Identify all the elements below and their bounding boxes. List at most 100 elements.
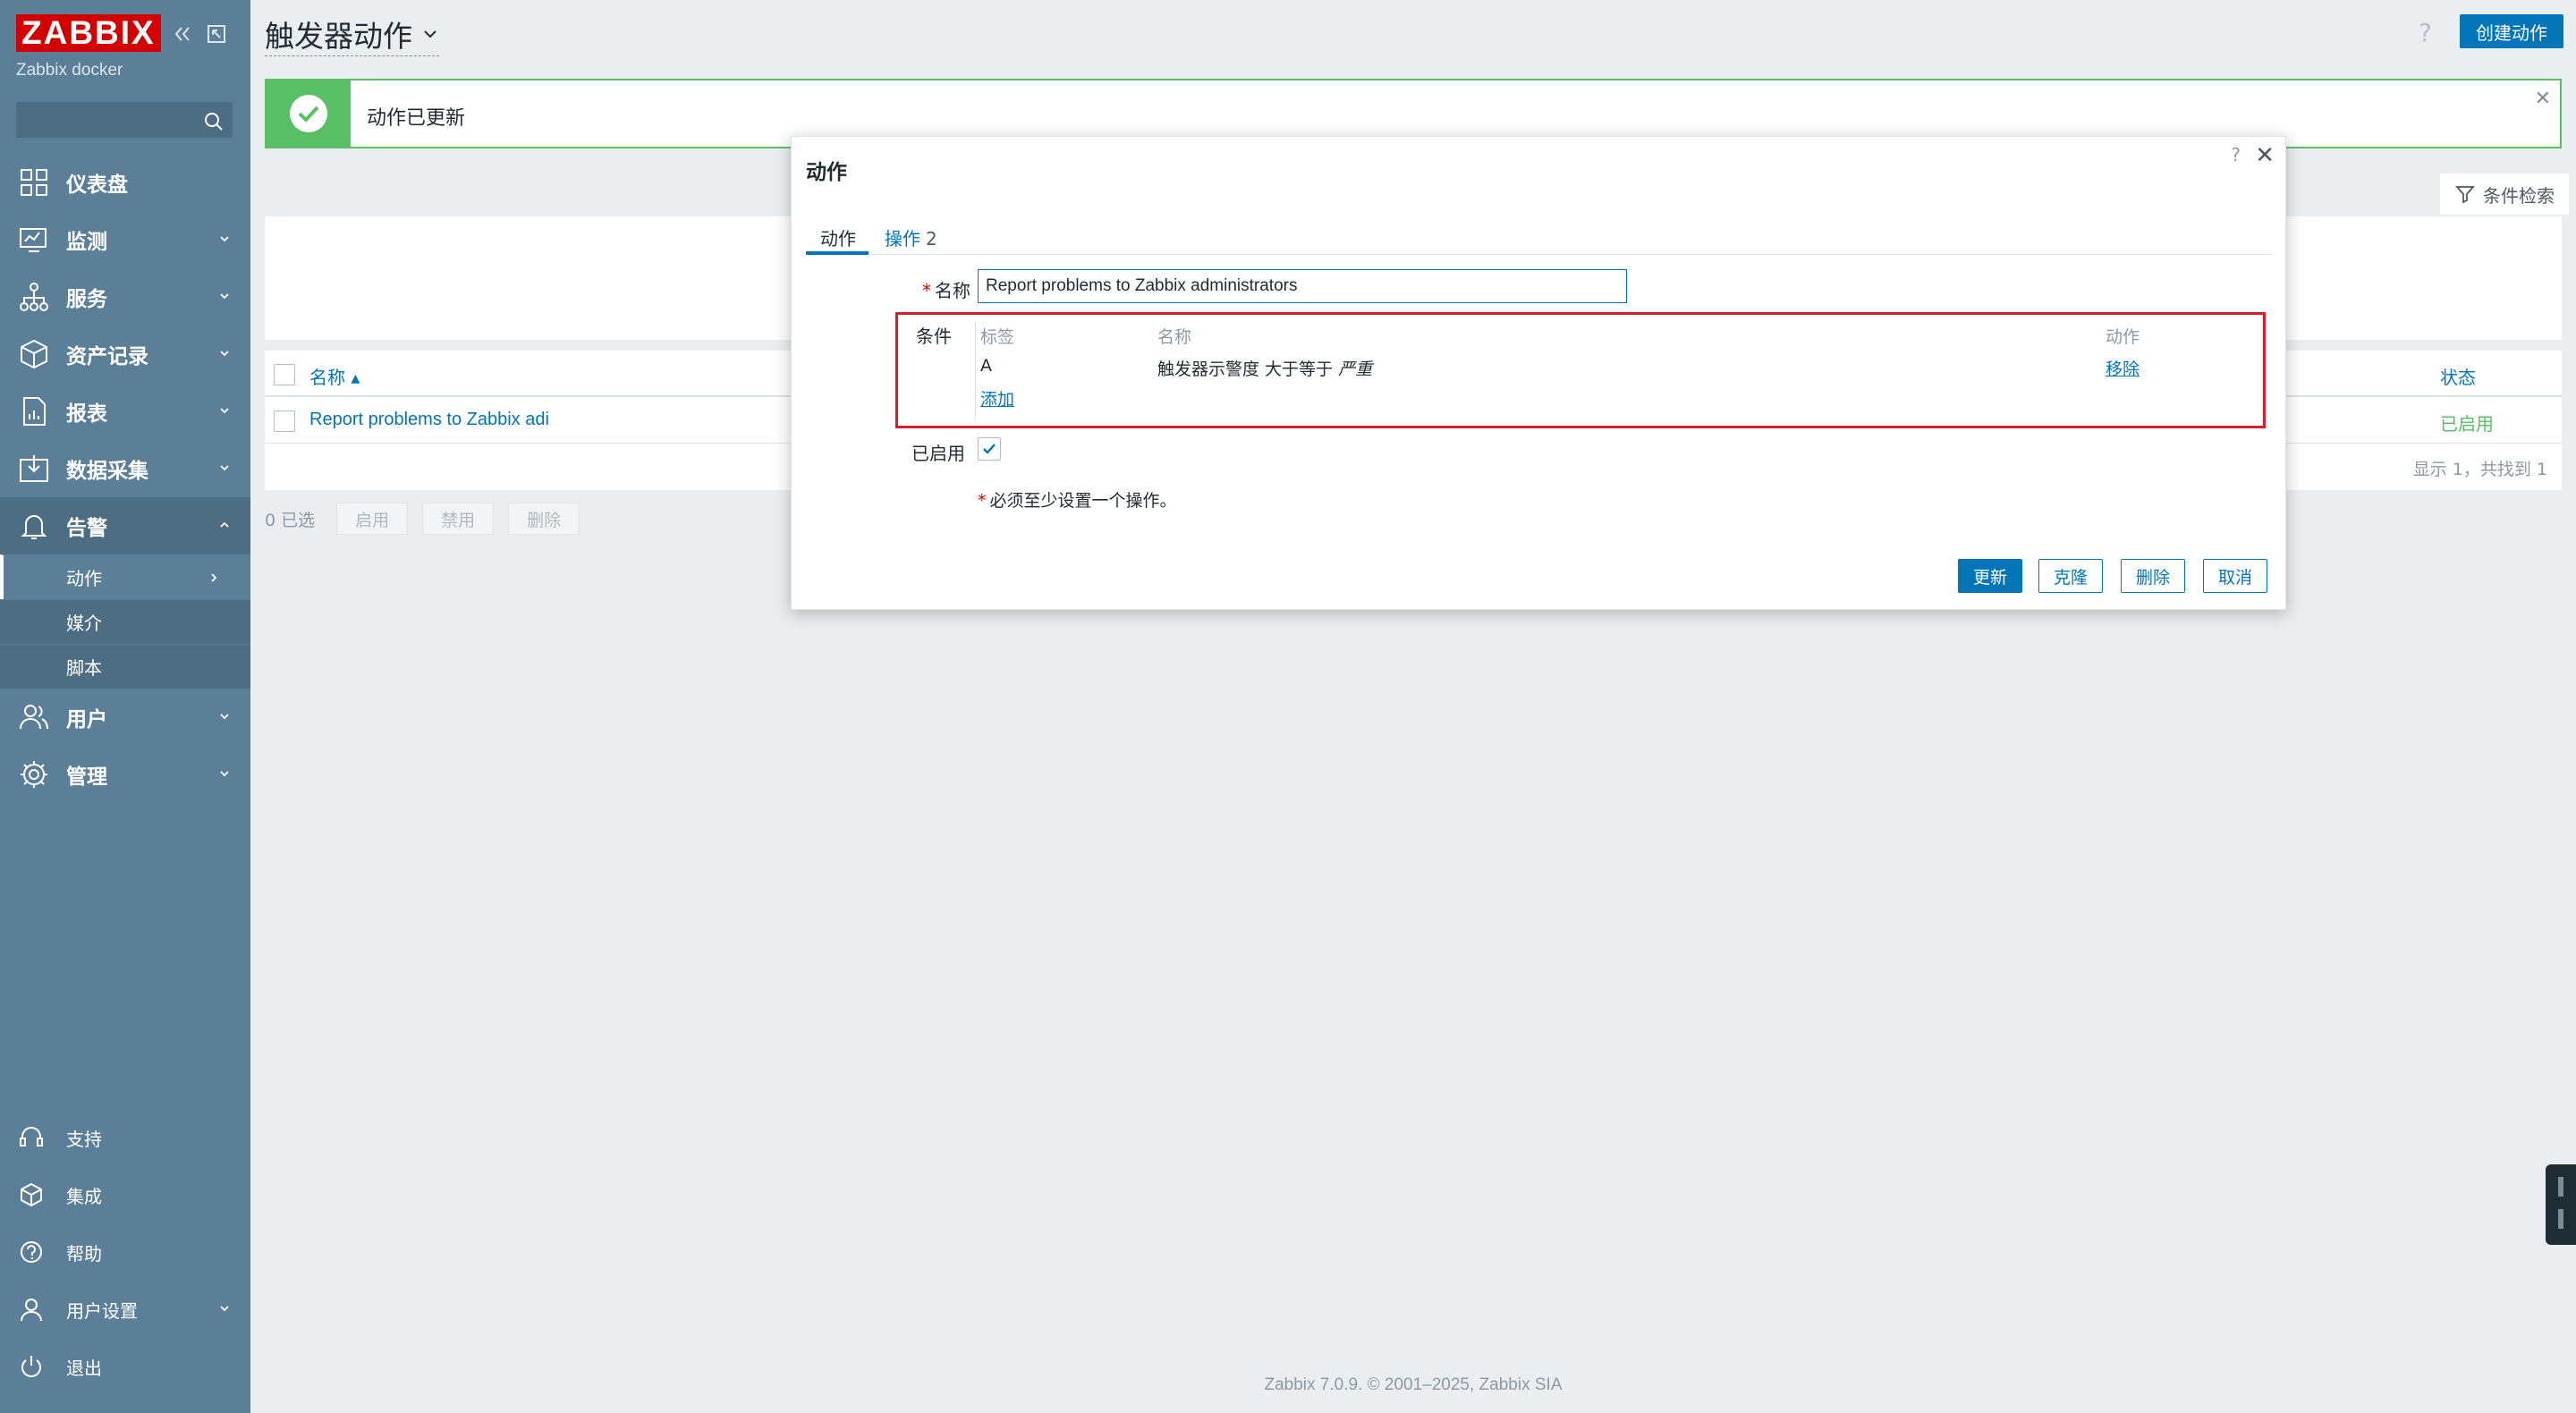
sidebar-search [16, 102, 233, 138]
menu-inventory[interactable]: 资产记录 [0, 326, 250, 383]
zabbix-logo[interactable]: ZABBIX [16, 14, 161, 52]
chevron-down-icon [220, 351, 229, 357]
menu-logout[interactable]: 退出 [0, 1338, 250, 1395]
operations-note-text: 必须至少设置一个操作。 [989, 491, 1177, 511]
menu-label: 服务 [66, 288, 107, 311]
menu-alerts[interactable]: 告警 [0, 497, 250, 554]
submenu-media[interactable]: 媒介 [0, 599, 250, 644]
menu-label: 仪表盘 [66, 173, 128, 197]
page-title-dropdown[interactable]: 触发器动作 [265, 13, 439, 56]
chevron-down-icon [220, 714, 229, 720]
conditions-highlight: 条件 标签 名称 动作 A 触发器示警度 大于等于 严重 移除 添加 [895, 312, 2266, 428]
chevron-down-icon [220, 1306, 229, 1312]
bell-icon [21, 515, 47, 539]
tab-operations[interactable]: 操作 2 [885, 224, 937, 250]
chevron-down-icon [220, 293, 229, 300]
menu-help[interactable]: 帮助 [0, 1223, 250, 1281]
dialog-overlay: 动作 ? ✕ 动作 操作 2 *名称 条件 标签 名称 动作 A 触发器示警度 大… [250, 64, 2576, 1413]
menu-reports[interactable]: 报表 [0, 383, 250, 440]
menu-integrations[interactable]: 集成 [0, 1166, 250, 1223]
dialog-close-icon[interactable]: ✕ [2255, 142, 2275, 169]
tab-operations-label: 操作 [885, 228, 920, 250]
submenu-label: 媒介 [66, 613, 102, 634]
menu-label: 告警 [66, 517, 107, 540]
cond-header-action: 动作 [2106, 327, 2140, 347]
menu-label: 报表 [66, 402, 107, 426]
menu-data-collection[interactable]: 数据采集 [0, 440, 250, 497]
menu-label: 集成 [66, 1185, 102, 1207]
inventory-icon [21, 339, 47, 369]
operations-note: * 必须至少设置一个操作。 [978, 491, 1177, 511]
collapse-sidebar-icon[interactable] [172, 23, 193, 45]
menu-monitoring[interactable]: 监测 [0, 211, 250, 268]
main-menu: 仪表盘 监测 服务 资产记录 报表 数据采集 告警 动作 媒介 脚本 用户 管理 [0, 154, 250, 803]
remove-condition-link[interactable]: 移除 [2106, 356, 2140, 380]
menu-user-settings[interactable]: 用户设置 [0, 1281, 250, 1338]
menu-users[interactable]: 用户 [0, 689, 250, 746]
menu-label: 用户 [66, 708, 107, 732]
chevron-down-icon [220, 408, 229, 414]
condition-name: 触发器示警度 大于等于 严重 [1157, 356, 1372, 380]
menu-support[interactable]: 支持 [0, 1109, 250, 1166]
menu-label: 帮助 [66, 1242, 102, 1265]
menu-label: 资产记录 [66, 345, 148, 368]
condition-name-value: 严重 [1338, 360, 1373, 379]
page-title[interactable]: 触发器动作 [265, 13, 439, 56]
submenu-label: 动作 [66, 568, 102, 589]
search-input[interactable] [17, 103, 187, 137]
menu-label: 监测 [66, 231, 107, 254]
chevron-right-icon [211, 573, 217, 582]
menu-label: 管理 [66, 766, 107, 789]
help-icon[interactable]: ? [2419, 18, 2432, 47]
cube-icon [21, 1182, 42, 1207]
delete-button[interactable]: 删除 [2121, 559, 2186, 593]
services-icon [20, 283, 48, 311]
chevron-up-icon [220, 521, 229, 528]
tab-operations-count: 2 [926, 228, 937, 250]
menu-label: 数据采集 [66, 460, 148, 483]
dashboard-icon [21, 169, 47, 196]
active-tab-indicator [806, 251, 869, 255]
dialog-help-icon[interactable]: ? [2231, 144, 2241, 165]
reports-icon [23, 397, 46, 426]
menu-dashboard[interactable]: 仪表盘 [0, 154, 250, 211]
dialog-title: 动作 [806, 161, 847, 184]
user-icon [21, 1299, 42, 1322]
tab-action[interactable]: 动作 [820, 224, 856, 250]
submenu-scripts[interactable]: 脚本 [0, 644, 250, 689]
checkmark-icon [983, 444, 996, 454]
clone-button[interactable]: 克隆 [2038, 559, 2104, 593]
alerts-submenu: 动作 媒介 脚本 [0, 554, 250, 689]
add-condition-link[interactable]: 添加 [980, 386, 1014, 410]
submenu-label: 脚本 [66, 657, 102, 679]
monitoring-icon [20, 228, 47, 252]
data-collection-icon [20, 455, 48, 482]
search-icon[interactable] [203, 111, 225, 132]
conditions-divider [975, 322, 976, 420]
chevron-down-icon [220, 236, 229, 242]
menu-administration[interactable]: 管理 [0, 746, 250, 803]
cancel-button[interactable]: 取消 [2203, 559, 2268, 593]
chevron-down-icon [220, 771, 229, 777]
menu-services[interactable]: 服务 [0, 268, 250, 326]
chevron-down-icon [424, 30, 436, 38]
sidebar: ZABBIX Zabbix docker 仪表盘 监测 服务 资产记录 报表 数… [0, 0, 250, 1413]
chevron-down-icon [220, 465, 229, 471]
dialog-tabs: 动作 操作 2 [806, 217, 2273, 255]
gear-icon [21, 761, 47, 788]
headset-icon [20, 1127, 43, 1146]
enabled-checkbox[interactable] [978, 437, 1001, 461]
cond-header-label: 标签 [980, 327, 1015, 347]
menu-label: 用户设置 [66, 1299, 138, 1322]
conditions-label: 条件 [916, 326, 952, 347]
menu-label: 退出 [66, 1357, 102, 1379]
condition-name-prefix: 触发器示警度 大于等于 [1157, 360, 1334, 379]
submenu-actions[interactable]: 动作 [0, 554, 250, 599]
kiosk-mode-icon[interactable] [206, 23, 227, 45]
bottom-menu: 支持 集成 帮助 用户设置 退出 [0, 1109, 250, 1395]
enabled-label: 已启用 [911, 443, 965, 464]
create-action-button[interactable]: 创建动作 [2460, 14, 2563, 48]
update-button[interactable]: 更新 [1958, 559, 2023, 593]
cond-header-name: 名称 [1157, 327, 1192, 347]
action-name-input[interactable] [978, 269, 1627, 303]
